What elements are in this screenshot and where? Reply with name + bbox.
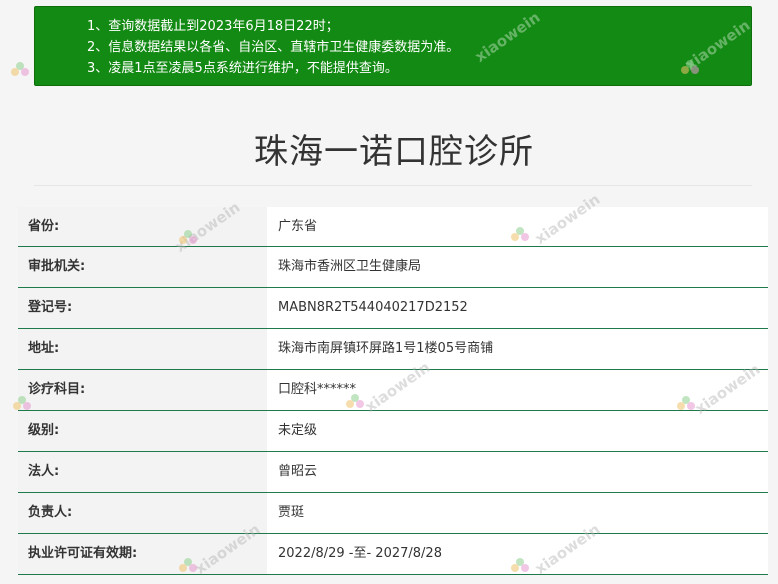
row-label: 地址:	[18, 329, 267, 369]
flower-logo-icon	[11, 62, 29, 76]
info-table: 省份: 广东省 审批机关: 珠海市香洲区卫生健康局 登记号: MABN8R2T5…	[18, 207, 768, 575]
row-value: 未定级	[267, 411, 768, 451]
row-label: 登记号:	[18, 288, 267, 328]
divider	[34, 185, 752, 186]
table-row: 负责人: 贾珽	[18, 493, 768, 534]
row-value: 贾珽	[267, 493, 768, 533]
row-value: 广东省	[267, 207, 768, 246]
notice-banner: 1、查询数据截止到2023年6月18日22时； 2、信息数据结果以各省、自治区、…	[34, 6, 752, 86]
row-label: 省份:	[18, 207, 267, 246]
row-value: 曾昭云	[267, 452, 768, 492]
table-row: 登记号: MABN8R2T544040217D2152	[18, 288, 768, 329]
table-row: 地址: 珠海市南屏镇环屏路1号1楼05号商铺	[18, 329, 768, 370]
row-label: 审批机关:	[18, 247, 267, 287]
row-label: 法人:	[18, 452, 267, 492]
row-value: 珠海市南屏镇环屏路1号1楼05号商铺	[267, 329, 768, 369]
row-label: 级别:	[18, 411, 267, 451]
notice-line: 1、查询数据截止到2023年6月18日22时；	[87, 19, 339, 34]
table-row: 级别: 未定级	[18, 411, 768, 452]
row-label: 负责人:	[18, 493, 267, 533]
row-value: 口腔科******	[267, 370, 768, 410]
table-row: 执业许可证有效期: 2022/8/29 -至- 2027/8/28	[18, 534, 768, 575]
table-row: 诊疗科目: 口腔科******	[18, 370, 768, 411]
table-row: 省份: 广东省	[18, 207, 768, 247]
notice-line: 3、凌晨1点至凌晨5点系统进行维护，不能提供查询。	[87, 61, 398, 76]
row-value: 2022/8/29 -至- 2027/8/28	[267, 534, 768, 574]
row-label: 执业许可证有效期:	[18, 534, 267, 574]
table-row: 审批机关: 珠海市香洲区卫生健康局	[18, 247, 768, 288]
row-value: 珠海市香洲区卫生健康局	[267, 247, 768, 287]
row-value: MABN8R2T544040217D2152	[267, 288, 768, 328]
row-label: 诊疗科目:	[18, 370, 267, 410]
page-title: 珠海一诺口腔诊所	[254, 132, 534, 172]
table-row: 法人: 曾昭云	[18, 452, 768, 493]
notice-line: 2、信息数据结果以各省、自治区、直辖市卫生健康委数据为准。	[87, 40, 460, 55]
